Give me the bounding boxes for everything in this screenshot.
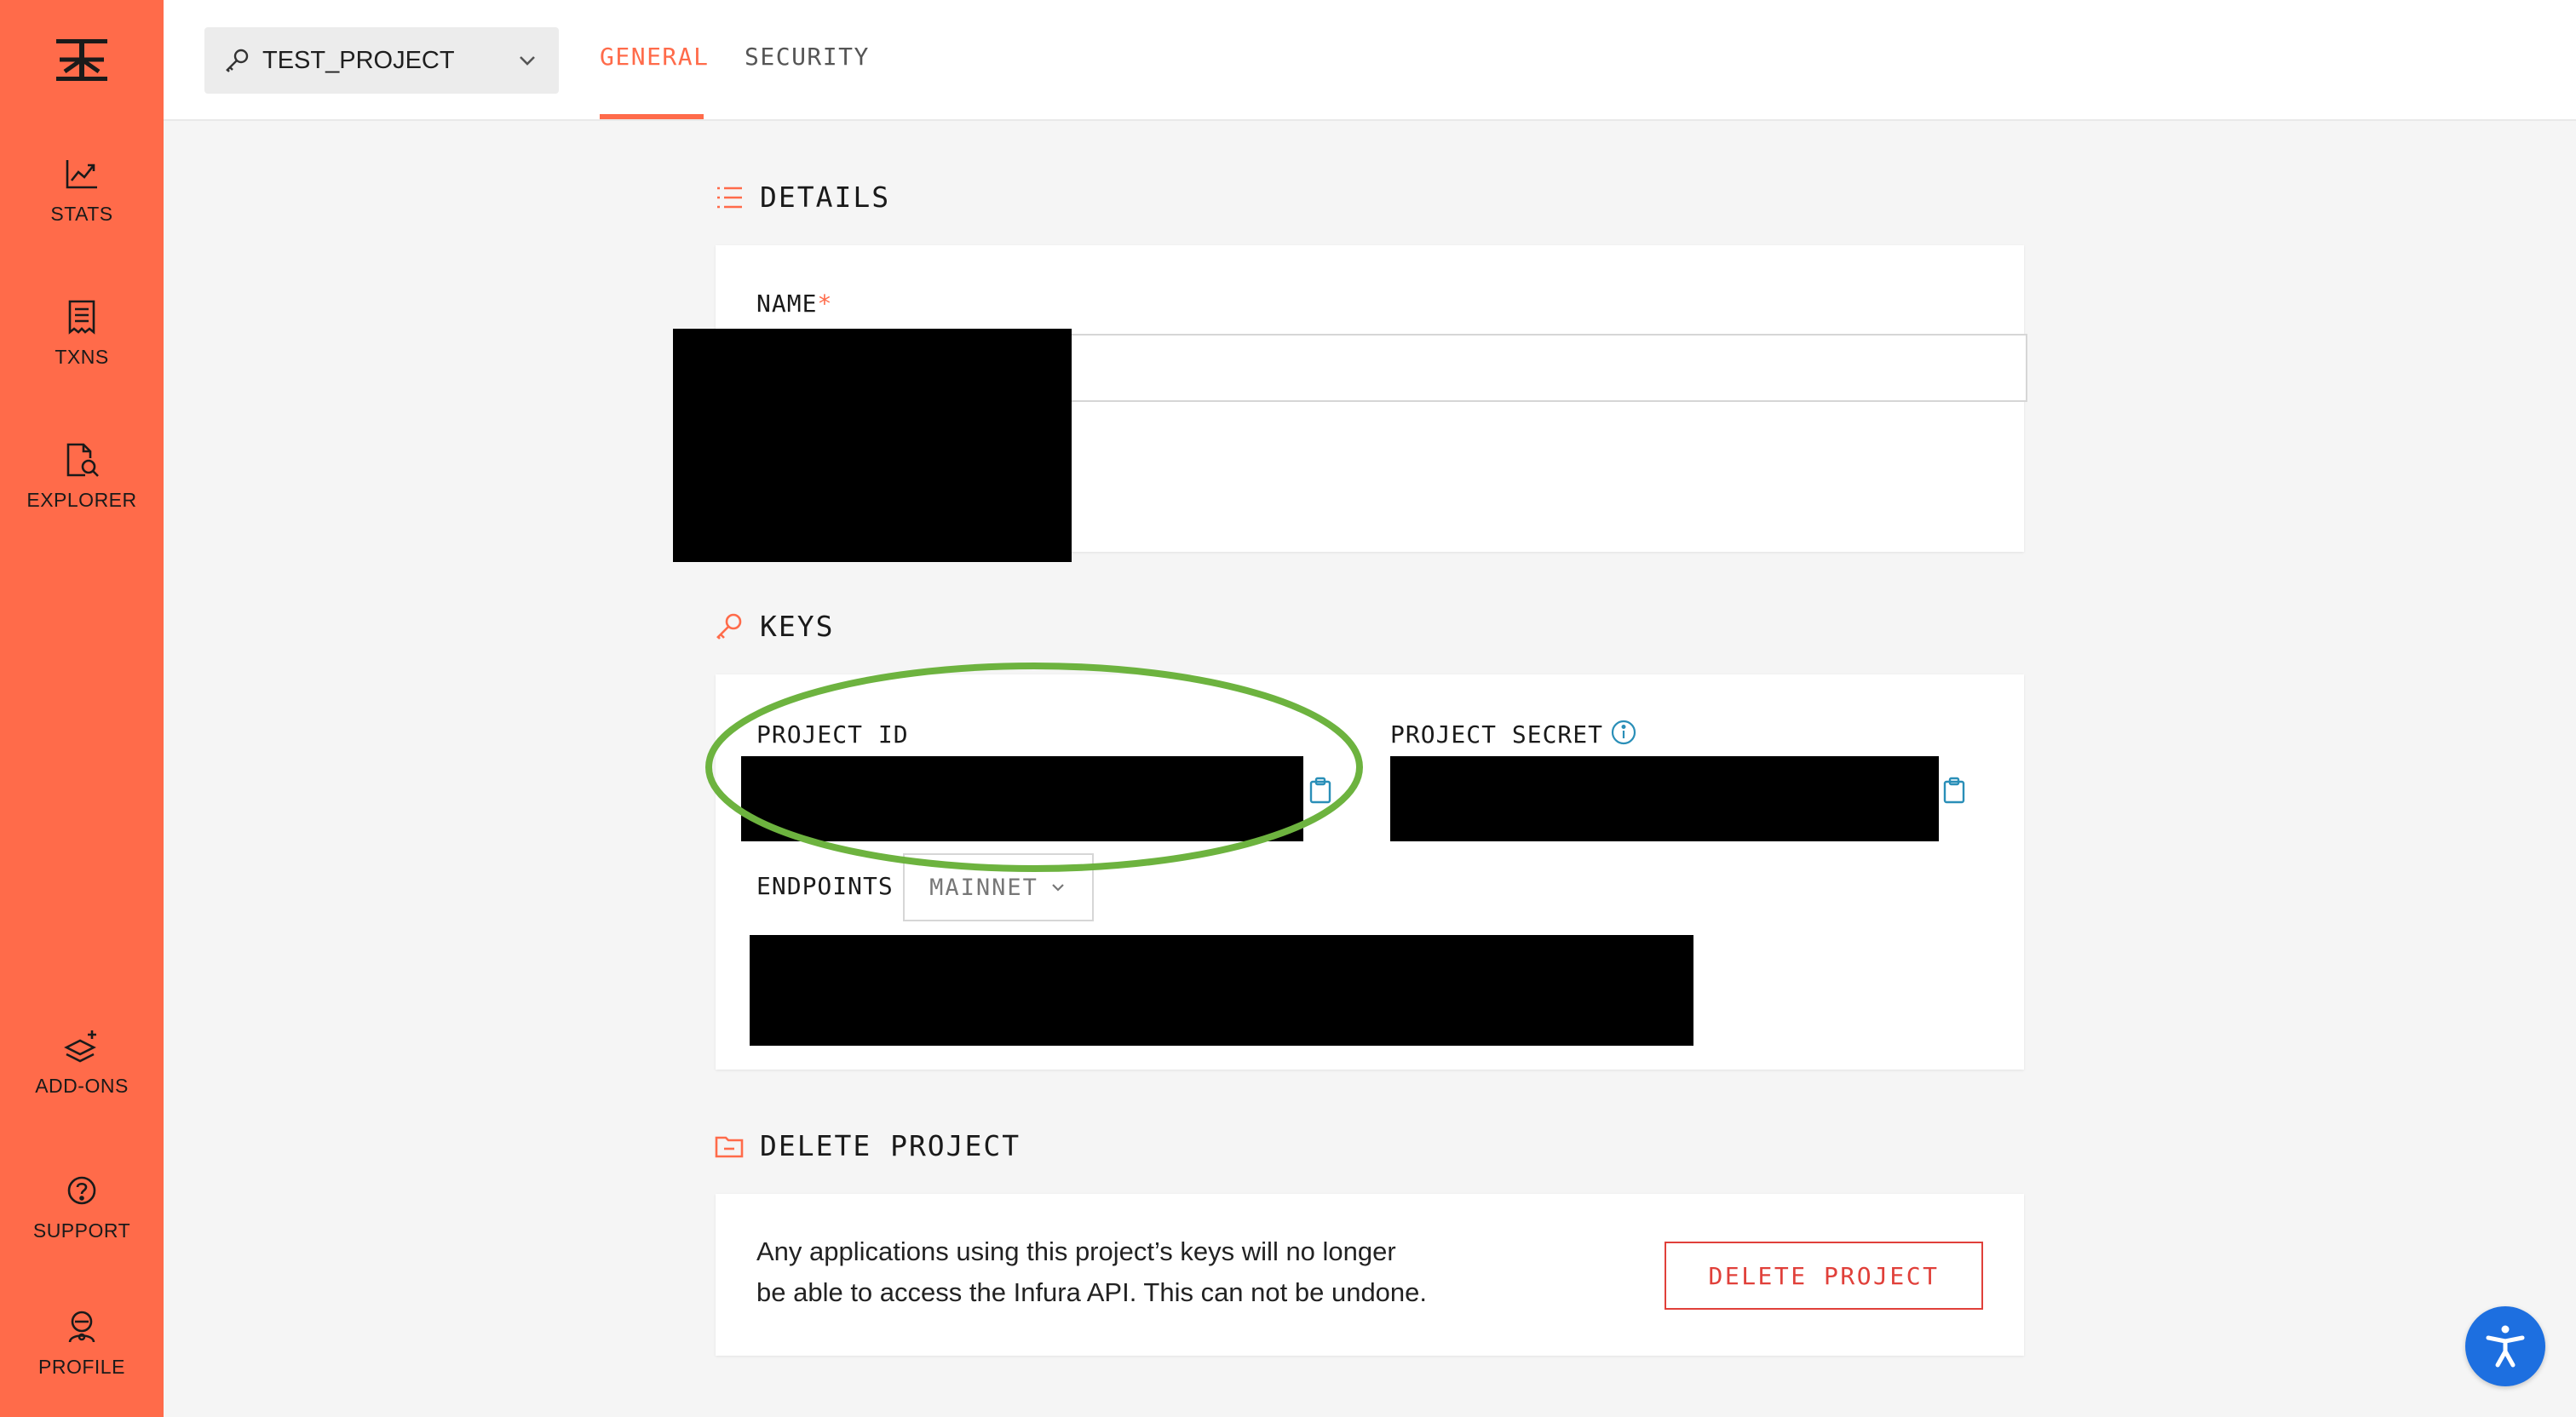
delete-warning-line: be able to access the Infura API. This c… <box>756 1277 1428 1307</box>
project-name: TEST_PROJECT <box>262 46 455 74</box>
list-icon <box>717 186 742 208</box>
redacted-endpoint-url <box>750 935 1693 1046</box>
endpoints-label: ENDPOINTS <box>756 872 894 900</box>
stats-icon <box>66 160 97 189</box>
project-selector[interactable]: TEST_PROJECT <box>204 27 559 94</box>
help-icon <box>67 1176 96 1205</box>
keys-section-title: KEYS <box>714 610 834 643</box>
delete-section-title: DELETE PROJECT <box>714 1129 1021 1162</box>
sidebar-item-support[interactable]: SUPPORT <box>0 1172 164 1265</box>
delete-warning: Any applications using this project’s ke… <box>756 1231 1523 1313</box>
key-icon <box>716 613 742 640</box>
info-icon[interactable] <box>1610 719 1637 746</box>
delete-card: Any applications using this project’s ke… <box>716 1194 2024 1356</box>
details-title: DETAILS <box>760 181 891 214</box>
chevron-down-icon <box>520 56 535 66</box>
project-id-label: PROJECT ID <box>756 720 909 749</box>
project-secret-label: PROJECT SECRET <box>1390 720 1604 749</box>
infura-logo[interactable] <box>55 37 109 83</box>
required-mark: * <box>817 290 833 318</box>
copy-project-secret-icon[interactable] <box>1942 777 1966 804</box>
sidebar-item-add-ons[interactable]: ADD-ONS <box>0 1027 164 1121</box>
add-ons-icon <box>64 1030 96 1063</box>
redacted-block <box>673 329 1072 562</box>
name-label: NAME* <box>756 290 832 318</box>
sidebar-item-txns[interactable]: TXNS <box>0 298 164 392</box>
details-section-title: DETAILS <box>714 181 890 214</box>
sidebar: STATS TXNS EXPLORER ADD-ONS SUPPORT PROF… <box>0 0 164 1417</box>
delete-title: DELETE PROJECT <box>760 1129 1021 1162</box>
name-label-text: NAME <box>756 290 818 318</box>
sidebar-item-label: STATS <box>50 203 113 225</box>
profile-icon <box>68 1311 95 1343</box>
network-select[interactable]: MAINNET <box>903 853 1094 921</box>
redacted-project-secret <box>1390 756 1939 841</box>
sidebar-item-profile[interactable]: PROFILE <box>0 1308 164 1402</box>
sidebar-item-label: TXNS <box>55 346 109 368</box>
tab-general[interactable]: GENERAL <box>600 43 710 71</box>
tab-security[interactable]: SECURITY <box>745 43 870 71</box>
explorer-icon <box>66 443 99 477</box>
sidebar-item-explorer[interactable]: EXPLORER <box>0 441 164 535</box>
receipt-icon <box>68 300 95 335</box>
chevron-down-icon <box>1052 884 1064 892</box>
sidebar-item-label: ADD-ONS <box>35 1075 129 1097</box>
folder-icon <box>715 1136 744 1157</box>
key-icon <box>226 49 249 72</box>
accessibility-icon <box>2486 1325 2525 1368</box>
sidebar-item-label: SUPPORT <box>32 1219 131 1242</box>
keys-title: KEYS <box>760 610 835 643</box>
delete-project-button[interactable]: DELETE PROJECT <box>1665 1242 1983 1310</box>
sidebar-item-label: EXPLORER <box>26 489 137 511</box>
redacted-project-id <box>741 756 1303 841</box>
copy-project-id-icon[interactable] <box>1308 777 1332 804</box>
accessibility-button[interactable] <box>2465 1306 2545 1386</box>
delete-warning-line: Any applications using this project’s ke… <box>756 1236 1396 1266</box>
active-tab-indicator <box>600 114 704 119</box>
sidebar-item-label: PROFILE <box>38 1356 125 1378</box>
network-value: MAINNET <box>929 874 1038 901</box>
top-header: TEST_PROJECT GENERAL SECURITY <box>164 0 2576 121</box>
sidebar-item-stats[interactable]: STATS <box>0 155 164 249</box>
